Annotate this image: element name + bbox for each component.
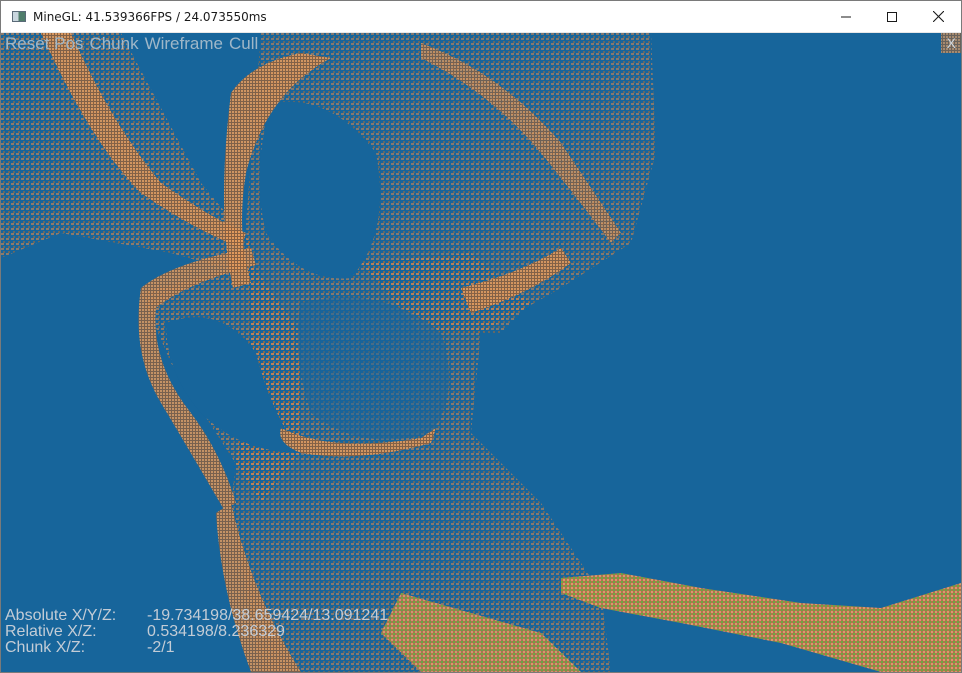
minimize-icon	[841, 16, 851, 17]
absolute-value: -19.734198/38.659424/13.091241	[147, 607, 389, 624]
app-window: MineGL: 41.539366FPS / 24.073550ms Reset…	[0, 0, 962, 673]
chunk-value: -2/1	[147, 639, 175, 656]
chunk-label: Chunk X/Z:	[5, 639, 86, 656]
terrain-render	[1, 33, 961, 672]
debug-menu: Reset Pos Chunk Wireframe Cull	[5, 34, 258, 54]
absolute-row: Absolute X/Y/Z: -19.734198/38.659424/13.…	[5, 608, 388, 624]
chunk-row: Chunk X/Z: -2/1	[5, 640, 388, 656]
title-bar[interactable]: MineGL: 41.539366FPS / 24.073550ms	[1, 1, 961, 33]
relative-row: Relative X/Z: 0.534198/8.236329	[5, 624, 388, 640]
game-viewport[interactable]: Reset Pos Chunk Wireframe Cull X Absolut…	[1, 33, 961, 672]
absolute-label: Absolute X/Y/Z:	[5, 607, 117, 624]
chunk-toggle[interactable]: Chunk	[89, 34, 138, 54]
window-title: MineGL: 41.539366FPS / 24.073550ms	[33, 9, 267, 24]
window-controls	[823, 1, 961, 32]
app-icon	[12, 11, 26, 22]
wireframe-toggle[interactable]: Wireframe	[145, 34, 223, 54]
reset-pos-button[interactable]: Reset Pos	[5, 34, 83, 54]
close-icon	[932, 11, 944, 22]
coordinates-panel: Absolute X/Y/Z: -19.734198/38.659424/13.…	[5, 608, 388, 656]
cull-toggle[interactable]: Cull	[229, 34, 258, 54]
close-button[interactable]	[915, 1, 961, 32]
relative-label: Relative X/Z:	[5, 623, 97, 640]
minimize-button[interactable]	[823, 1, 869, 32]
overlay-close-button[interactable]: X	[947, 35, 956, 51]
maximize-icon	[887, 11, 897, 22]
maximize-button[interactable]	[869, 1, 915, 32]
relative-value: 0.534198/8.236329	[147, 623, 285, 640]
